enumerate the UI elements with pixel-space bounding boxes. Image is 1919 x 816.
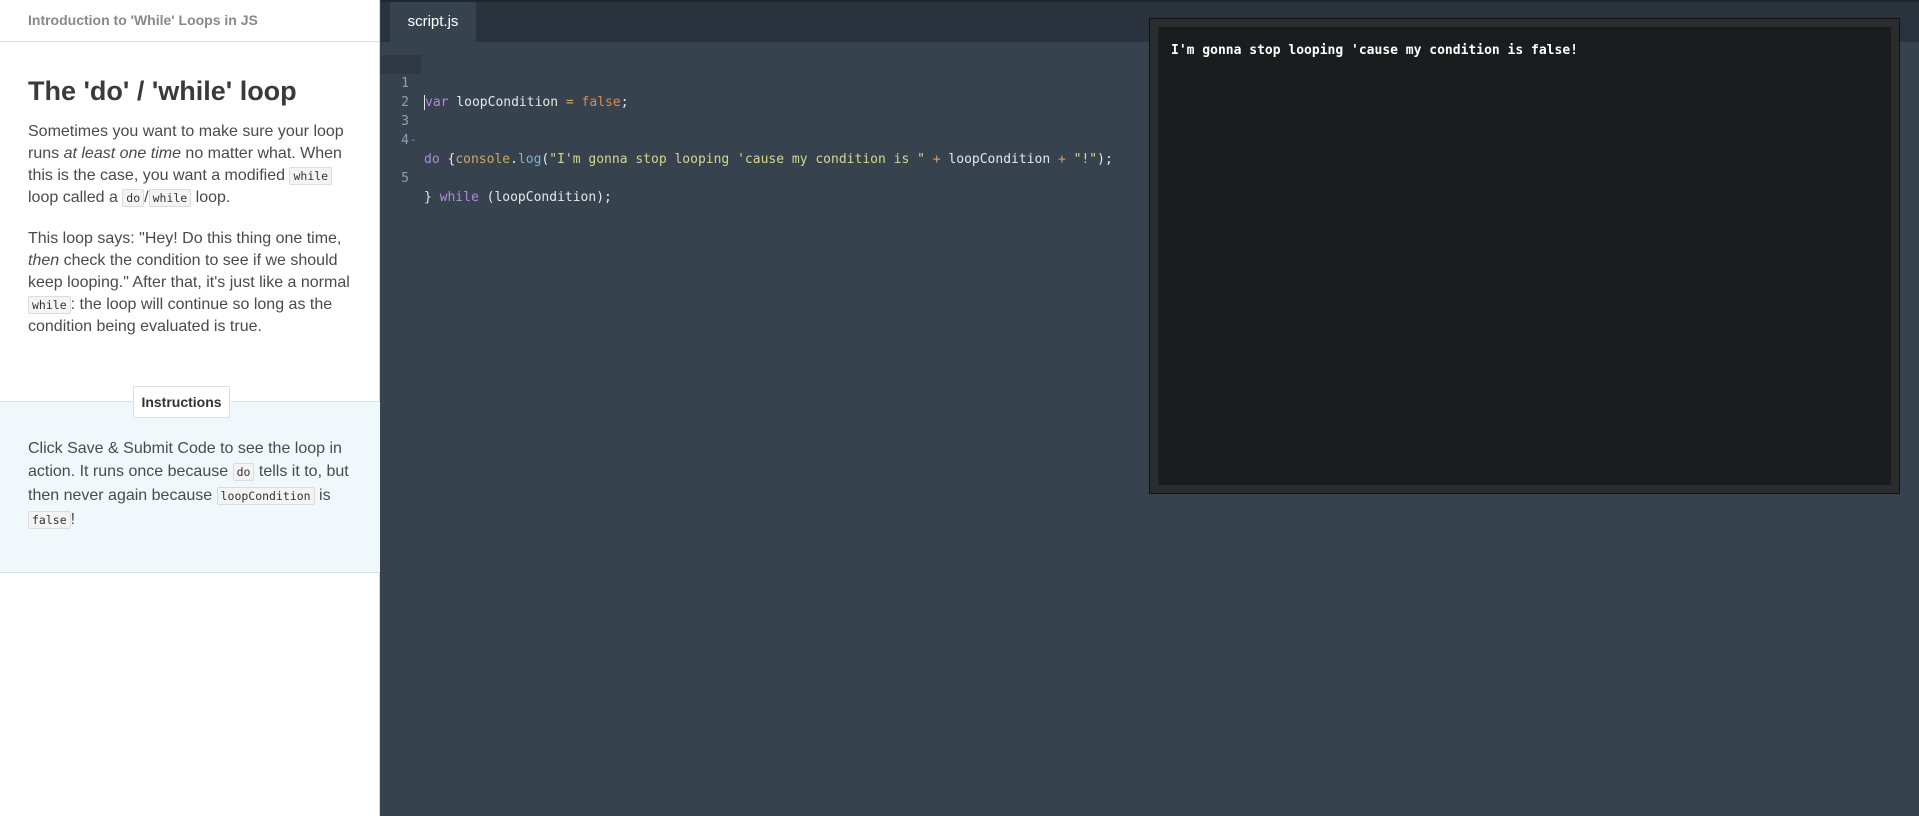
lesson-paragraph-1: Sometimes you want to make sure your loo… <box>28 123 344 207</box>
line-number: 4 <box>401 133 409 148</box>
line-number: 5 <box>401 171 409 186</box>
code-line-1[interactable]: 1 var loopCondition = false; <box>381 55 629 110</box>
console-panel: I'm gonna stop looping 'cause my conditi… <box>1149 18 1900 494</box>
code-line-2[interactable]: 2 <box>381 74 412 110</box>
inline-code: while <box>148 189 192 207</box>
breadcrumb[interactable]: Introduction to 'While' Loops in JS <box>0 0 379 42</box>
lesson-title: The 'do' / 'while' loop <box>28 76 297 106</box>
lesson-paragraph-2: This loop says: "Hey! Do this thing one … <box>28 230 350 335</box>
instructions-label: Instructions <box>133 386 230 418</box>
tab-script-js[interactable]: script.js <box>390 2 476 42</box>
inline-code: false <box>28 511 71 529</box>
inline-code: while <box>289 167 333 185</box>
console-output[interactable]: I'm gonna stop looping 'cause my conditi… <box>1158 27 1891 485</box>
lesson-content: The 'do' / 'while' loop Sometimes you wa… <box>0 42 379 338</box>
inline-code: do <box>122 189 145 207</box>
console-line: I'm gonna stop looping 'cause my conditi… <box>1171 43 1578 58</box>
inline-code: do <box>232 463 255 481</box>
code-line-3[interactable]: 3 - do { <box>381 93 455 167</box>
lesson-panel: Introduction to 'While' Loops in JS The … <box>0 0 380 816</box>
instructions-box: Instructions Click Save & Submit Code to… <box>0 386 380 573</box>
code-line-4[interactable]: 4 console.log("I'm gonna stop looping 'c… <box>381 112 1113 167</box>
code-line-5[interactable]: 5 } while (loopCondition); <box>381 150 612 205</box>
inline-code: loopCondition <box>216 487 315 505</box>
instructions-text: Click Save & Submit Code to see the loop… <box>28 440 349 529</box>
inline-code: while <box>28 296 71 314</box>
